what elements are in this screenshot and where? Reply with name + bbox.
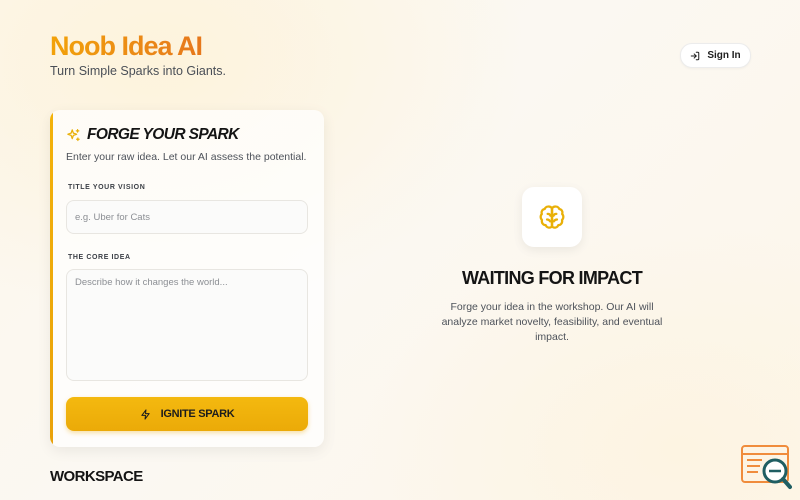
brain-tile — [522, 187, 582, 247]
brand: Noob Idea AI Turn Simple Sparks into Gia… — [50, 30, 226, 78]
sign-in-button[interactable]: Sign In — [680, 43, 751, 68]
core-idea-field-label: THE CORE IDEA — [68, 254, 131, 261]
sign-in-label: Sign In — [707, 50, 741, 61]
app-title: Noob Idea AI — [50, 30, 226, 62]
core-idea-textarea[interactable]: Describe how it changes the world... — [66, 269, 308, 381]
results-empty-description: Forge your idea in the workshop. Our AI … — [441, 301, 663, 343]
core-idea-placeholder: Describe how it changes the world... — [75, 277, 228, 288]
brain-icon — [539, 205, 565, 229]
ignite-spark-label: IGNITE SPARK — [160, 408, 235, 420]
login-icon — [691, 51, 700, 60]
vision-placeholder: e.g. Uber for Cats — [75, 211, 150, 223]
form-heading: FORGE YOUR SPARK — [66, 126, 239, 144]
form-title: FORGE YOUR SPARK — [87, 126, 239, 143]
app-tagline: Turn Simple Sparks into Giants. — [50, 64, 226, 78]
workspace-heading: WORKSPACE — [50, 468, 143, 485]
sparkles-icon — [67, 128, 80, 141]
idea-form-card: FORGE YOUR SPARK Enter your raw idea. Le… — [50, 110, 324, 447]
vision-field-label: TITLE YOUR VISION — [68, 184, 146, 191]
zap-icon — [140, 408, 150, 420]
vision-title-input[interactable]: e.g. Uber for Cats — [66, 200, 308, 234]
ignite-spark-button[interactable]: IGNITE SPARK — [66, 397, 308, 431]
form-subtitle: Enter your raw idea. Let our AI assess t… — [66, 151, 307, 163]
results-empty-title: WAITING FOR IMPACT — [461, 268, 643, 288]
search-doc-logo-icon[interactable] — [740, 444, 792, 490]
